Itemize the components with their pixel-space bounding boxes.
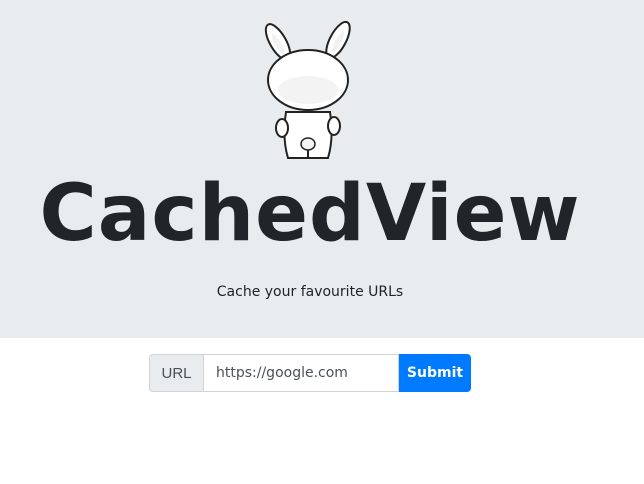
url-input[interactable] xyxy=(203,354,399,392)
bunny-mascot-icon xyxy=(264,20,351,159)
url-prepend-label: URL xyxy=(149,354,203,392)
page-title: CachedView xyxy=(39,169,581,259)
submit-button[interactable]: Submit xyxy=(399,354,471,392)
url-form: URL Submit xyxy=(149,354,471,392)
hero-jumbotron: CachedView Cache your favourite URLs xyxy=(0,0,644,338)
tagline: Cache your favourite URLs xyxy=(216,284,404,300)
